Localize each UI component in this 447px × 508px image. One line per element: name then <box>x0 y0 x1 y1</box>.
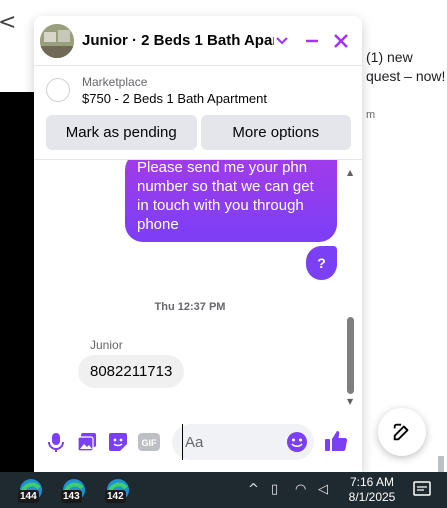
chat-title[interactable]: Junior · 2 Beds 1 Bath Apar… <box>82 32 274 49</box>
more-options-button[interactable]: More options <box>200 115 351 150</box>
new-message-button[interactable] <box>378 408 426 456</box>
photo-icon[interactable] <box>75 430 99 454</box>
message-scrollbar[interactable]: ▲ ▼ <box>345 164 357 409</box>
chevron-down-icon[interactable] <box>276 32 293 50</box>
listing-title: $750 - 2 Beds 1 Bath Apartment <box>82 90 268 106</box>
wifi-icon[interactable]: ◠ <box>295 482 306 497</box>
outgoing-message[interactable]: ? <box>306 246 337 280</box>
back-chevron-icon[interactable]: < <box>0 10 16 35</box>
microphone-icon[interactable] <box>44 430 68 454</box>
message-list: Please send me your phn number so that w… <box>34 160 362 410</box>
clock-date: 8/1/2025 <box>348 490 396 504</box>
minimize-icon <box>306 39 319 42</box>
scroll-up-icon[interactable]: ▲ <box>347 168 353 177</box>
page-scrollbar[interactable] <box>438 456 444 472</box>
marketplace-listing[interactable]: Marketplace $750 - 2 Beds 1 Bath Apartme… <box>34 67 362 113</box>
chat-window: Junior · 2 Beds 1 Bath Apar… Marketplace… <box>34 16 362 472</box>
chevron-up-icon[interactable]: ^ <box>248 482 259 497</box>
sender-name: Junior <box>90 338 123 352</box>
taskbar: 144 143 142 ^ ▯ ◠ ◁ 7:16 AM 8/1/2025 <box>0 472 447 508</box>
gif-icon[interactable]: GIF <box>137 430 161 454</box>
close-chat-button[interactable] <box>331 30 352 52</box>
minimize-button[interactable] <box>302 30 323 52</box>
incoming-message[interactable]: 8082211713 <box>78 355 185 388</box>
clock[interactable]: 7:16 AM 8/1/2025 <box>348 475 396 505</box>
message-composer: GIF <box>34 420 362 464</box>
avatar[interactable] <box>40 23 74 58</box>
listing-actions: Mark as pending More options <box>46 115 351 151</box>
marketplace-label: Marketplace <box>82 74 148 89</box>
listing-thumbnail <box>46 78 70 102</box>
svg-text:GIF: GIF <box>142 438 158 448</box>
app-badge: 143 <box>61 490 82 503</box>
scroll-down-icon[interactable]: ▼ <box>347 397 353 406</box>
chat-header[interactable]: Junior · 2 Beds 1 Bath Apar… <box>34 16 362 66</box>
app-badge: 144 <box>18 490 39 503</box>
volume-icon[interactable]: ◁ <box>318 482 328 497</box>
thumbs-up-icon[interactable] <box>324 429 350 455</box>
message-input-wrapper[interactable] <box>172 424 314 460</box>
emoji-icon[interactable] <box>286 431 308 453</box>
app-badge: 142 <box>105 490 126 503</box>
message-input[interactable] <box>182 424 288 460</box>
battery-icon[interactable]: ▯ <box>271 482 278 497</box>
message-timestamp: Thu 12:37 PM <box>154 301 226 313</box>
sticker-icon[interactable] <box>106 430 130 454</box>
notification-time: m <box>366 109 376 121</box>
compose-icon <box>393 423 409 441</box>
notification-center-icon[interactable] <box>413 480 433 500</box>
outgoing-message[interactable]: Please send me your phn number so that w… <box>125 160 337 242</box>
close-icon <box>334 33 349 48</box>
notification-text[interactable]: (1) new quest – now! <box>366 48 446 86</box>
mark-as-pending-button[interactable]: Mark as pending <box>46 115 197 150</box>
clock-time: 7:16 AM <box>349 475 395 489</box>
background-dark-panel <box>0 92 34 472</box>
scrollbar-thumb[interactable] <box>347 317 354 394</box>
